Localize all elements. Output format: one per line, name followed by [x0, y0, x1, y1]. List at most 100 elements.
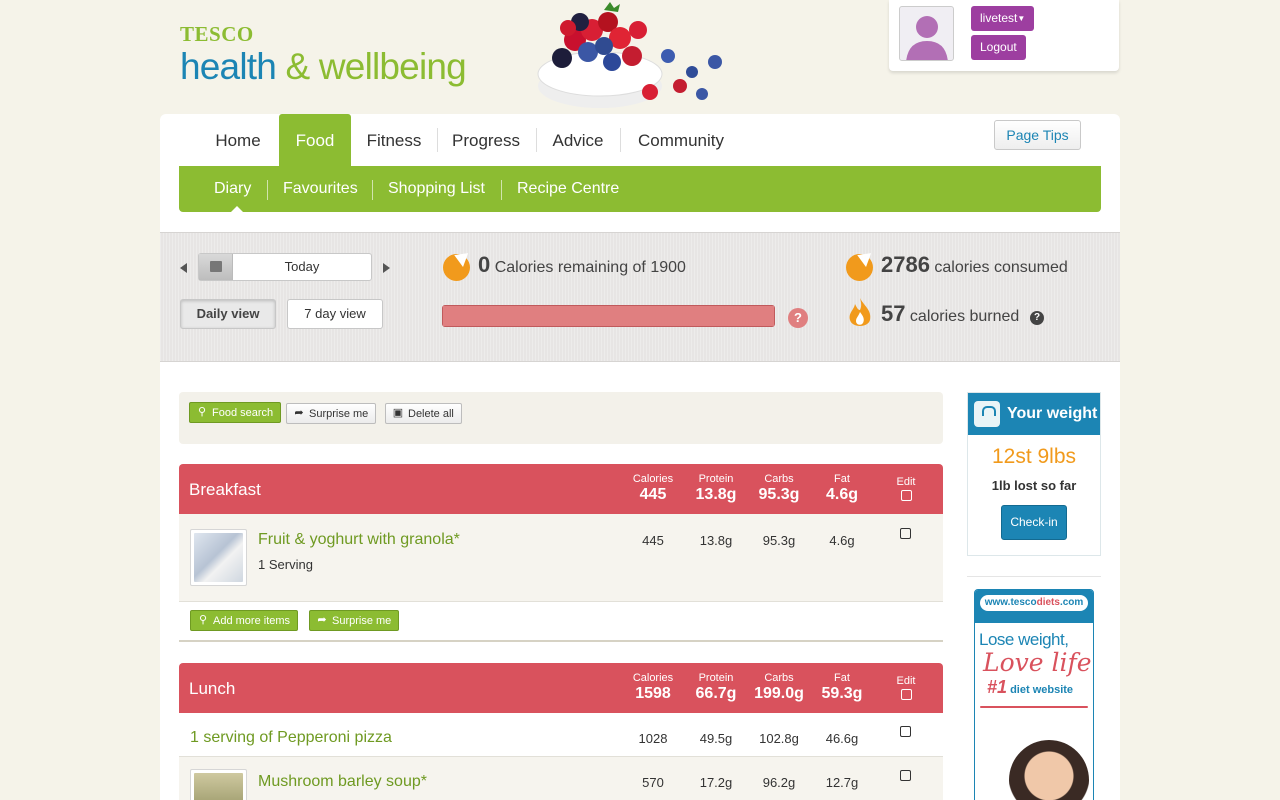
surprise-me-label: Surprise me — [332, 615, 392, 627]
tesco-logo[interactable]: TESCO health & wellbeing — [180, 22, 467, 87]
prev-day-arrow-icon[interactable] — [180, 263, 187, 273]
table-row[interactable]: 1 serving of Pepperoni pizza 1028 49.5g … — [179, 713, 943, 757]
seven-day-view-button[interactable]: 7 day view — [287, 299, 383, 329]
calendar-button[interactable] — [199, 254, 233, 280]
share-arrow-icon: ➦ — [317, 614, 327, 626]
ad-url-pre: www.tesco — [984, 597, 1037, 608]
item-carbs: 102.8g — [759, 731, 799, 746]
active-pointer — [230, 206, 244, 213]
column-label: Protein — [698, 473, 734, 485]
consumed-label: calories consumed — [929, 259, 1068, 276]
date-field[interactable]: Today — [233, 254, 371, 280]
delete-all-button[interactable]: ▣ Delete all — [385, 403, 462, 424]
title-wellbeing: wellbeing — [309, 46, 467, 87]
search-icon: ⚲ — [197, 406, 207, 418]
ad-headline: Lose weight, — [979, 630, 1069, 649]
column-total: 59.3g — [821, 685, 863, 702]
item-protein: 49.5g — [699, 731, 733, 746]
food-thumbnail — [190, 769, 247, 800]
column-label: Fat — [834, 473, 850, 485]
ad-portrait — [1009, 740, 1089, 800]
ad-url: www.tescodiets.com — [980, 595, 1088, 611]
nav-advice[interactable]: Advice — [540, 114, 616, 166]
ad-rank-text: diet website — [1007, 684, 1074, 696]
burned-help-icon[interactable]: ? — [1030, 311, 1044, 325]
subnav-favourites[interactable]: Favourites — [283, 166, 358, 212]
ad-tagline: Love life — [983, 648, 1092, 677]
burned-label: calories burned — [905, 308, 1020, 325]
nav-home[interactable]: Home — [200, 114, 276, 166]
column-label: Calories — [632, 473, 674, 485]
next-day-arrow-icon[interactable] — [383, 263, 390, 273]
breakfast-surprise-me-button[interactable]: ➦ Surprise me — [309, 610, 400, 631]
food-thumbnail — [190, 529, 247, 586]
nav-divider — [536, 128, 537, 152]
table-row[interactable]: Mushroom barley soup* 570 17.2g 96.2g 12… — [179, 757, 943, 800]
username-menu-button[interactable]: livetest▼ — [971, 6, 1035, 31]
food-name[interactable]: Fruit & yoghurt with granola* — [258, 531, 460, 549]
consumed-value: 2786 — [881, 252, 930, 277]
burned-value: 57 — [881, 301, 906, 326]
sub-nav: Diary Favourites Shopping List Recipe Ce… — [179, 166, 1101, 213]
calendar-icon — [210, 261, 222, 272]
page-tips-button[interactable]: Page Tips — [994, 120, 1081, 150]
protein-column: Protein 13.8g — [686, 473, 746, 505]
column-label: Carbs — [764, 672, 794, 684]
ad-rank-number: #1 — [987, 677, 1008, 697]
user-box: livetest▼ Logout — [889, 0, 1119, 71]
site-title: health & wellbeing — [180, 46, 467, 87]
weight-lost: 1lb lost so far — [991, 478, 1077, 493]
berries-image — [537, 2, 722, 108]
edit-icon[interactable] — [900, 490, 912, 501]
avatar[interactable] — [899, 6, 954, 61]
date-picker[interactable]: Today — [198, 253, 372, 281]
edit-column[interactable]: Edit — [876, 476, 936, 506]
calories-burned: 57 calories burned — [881, 301, 1019, 327]
column-total: 1598 — [635, 685, 671, 702]
edit-icon[interactable] — [900, 689, 912, 700]
edit-icon[interactable] — [900, 726, 911, 737]
item-fat: 12.7g — [825, 775, 859, 790]
nav-progress[interactable]: Progress — [441, 114, 531, 166]
nav-fitness[interactable]: Fitness — [355, 114, 433, 166]
tesco-diets-ad[interactable]: www.tescodiets.com Lose weight, Love lif… — [974, 589, 1094, 800]
main-panel: Home Food Fitness Progress Advice Commun… — [160, 114, 1120, 800]
search-icon: ⚲ — [198, 614, 208, 626]
subnav-recipe-centre[interactable]: Recipe Centre — [517, 166, 619, 212]
nav-community[interactable]: Community — [624, 114, 738, 166]
lunch-section: Lunch Calories 1598 Protein 66.7g Carbs 199… — [179, 663, 943, 800]
weight-header: Your weight — [968, 393, 1100, 435]
column-total: 66.7g — [695, 685, 737, 702]
subnav-shopping-list[interactable]: Shopping List — [388, 166, 485, 212]
logout-button[interactable]: Logout — [971, 35, 1026, 60]
item-calories: 445 — [642, 533, 664, 548]
item-protein: 17.2g — [699, 775, 733, 790]
column-label: Fat — [834, 672, 850, 684]
help-icon[interactable]: ? — [788, 308, 808, 328]
divider — [967, 576, 1101, 577]
table-row[interactable]: Fruit & yoghurt with granola* 1 Serving … — [179, 514, 943, 602]
food-name[interactable]: 1 serving of Pepperoni pizza — [190, 729, 392, 747]
edit-icon[interactable] — [900, 528, 911, 539]
surprise-me-button[interactable]: ➦ Surprise me — [286, 403, 377, 424]
calories-consumed: 2786 calories consumed — [881, 252, 1068, 278]
food-name[interactable]: Mushroom barley soup* — [258, 773, 427, 791]
calorie-summary: Today Daily view 7 day view 0 Calories r… — [160, 232, 1120, 362]
fat-column: Fat 4.6g — [812, 473, 872, 505]
flame-icon — [849, 298, 871, 326]
item-carbs: 95.3g — [762, 533, 796, 548]
subnav-divider — [501, 180, 502, 200]
food-search-label: Food search — [212, 407, 274, 419]
share-arrow-icon: ➦ — [294, 407, 304, 419]
edit-column[interactable]: Edit — [876, 675, 936, 705]
check-in-button[interactable]: Check-in — [1001, 505, 1067, 540]
add-more-items-button[interactable]: ⚲ Add more items — [190, 610, 299, 631]
food-search-button[interactable]: ⚲ Food search — [189, 402, 282, 423]
item-fat: 46.6g — [825, 731, 859, 746]
calories-remaining: 0 Calories remaining of 1900 — [478, 252, 686, 278]
nav-food[interactable]: Food — [279, 114, 351, 166]
ad-rank: #1 diet website — [975, 677, 1093, 698]
food-serving: 1 Serving — [258, 557, 313, 572]
edit-icon[interactable] — [900, 770, 911, 781]
daily-view-button[interactable]: Daily view — [180, 299, 276, 329]
